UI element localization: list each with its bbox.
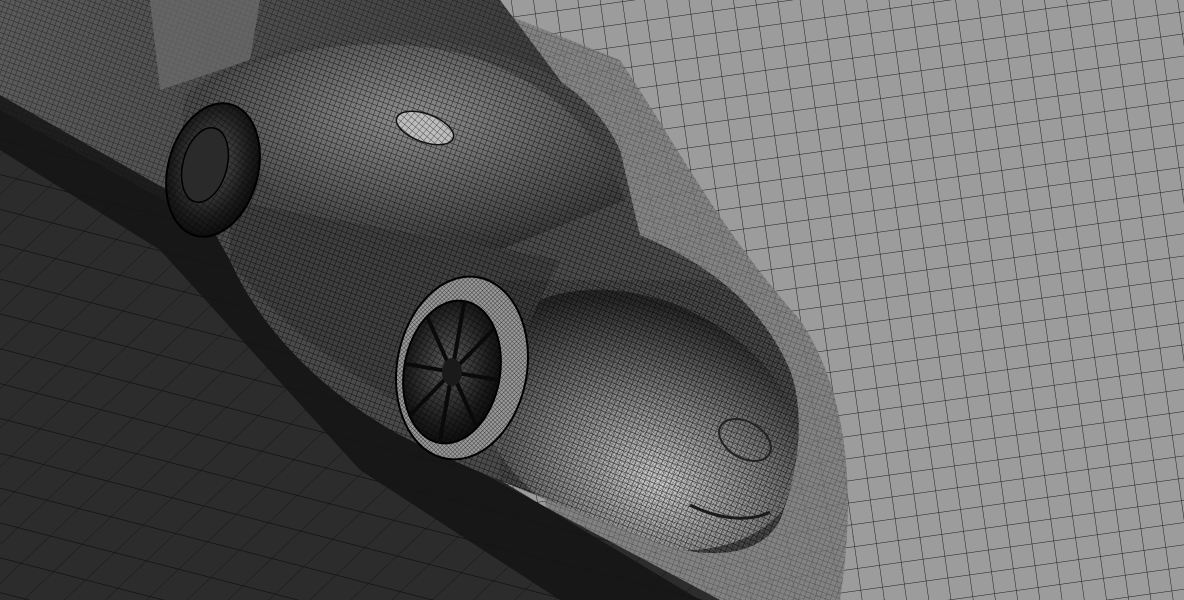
car-mesh-render xyxy=(0,0,1184,600)
mesh-viewport xyxy=(0,0,1184,600)
